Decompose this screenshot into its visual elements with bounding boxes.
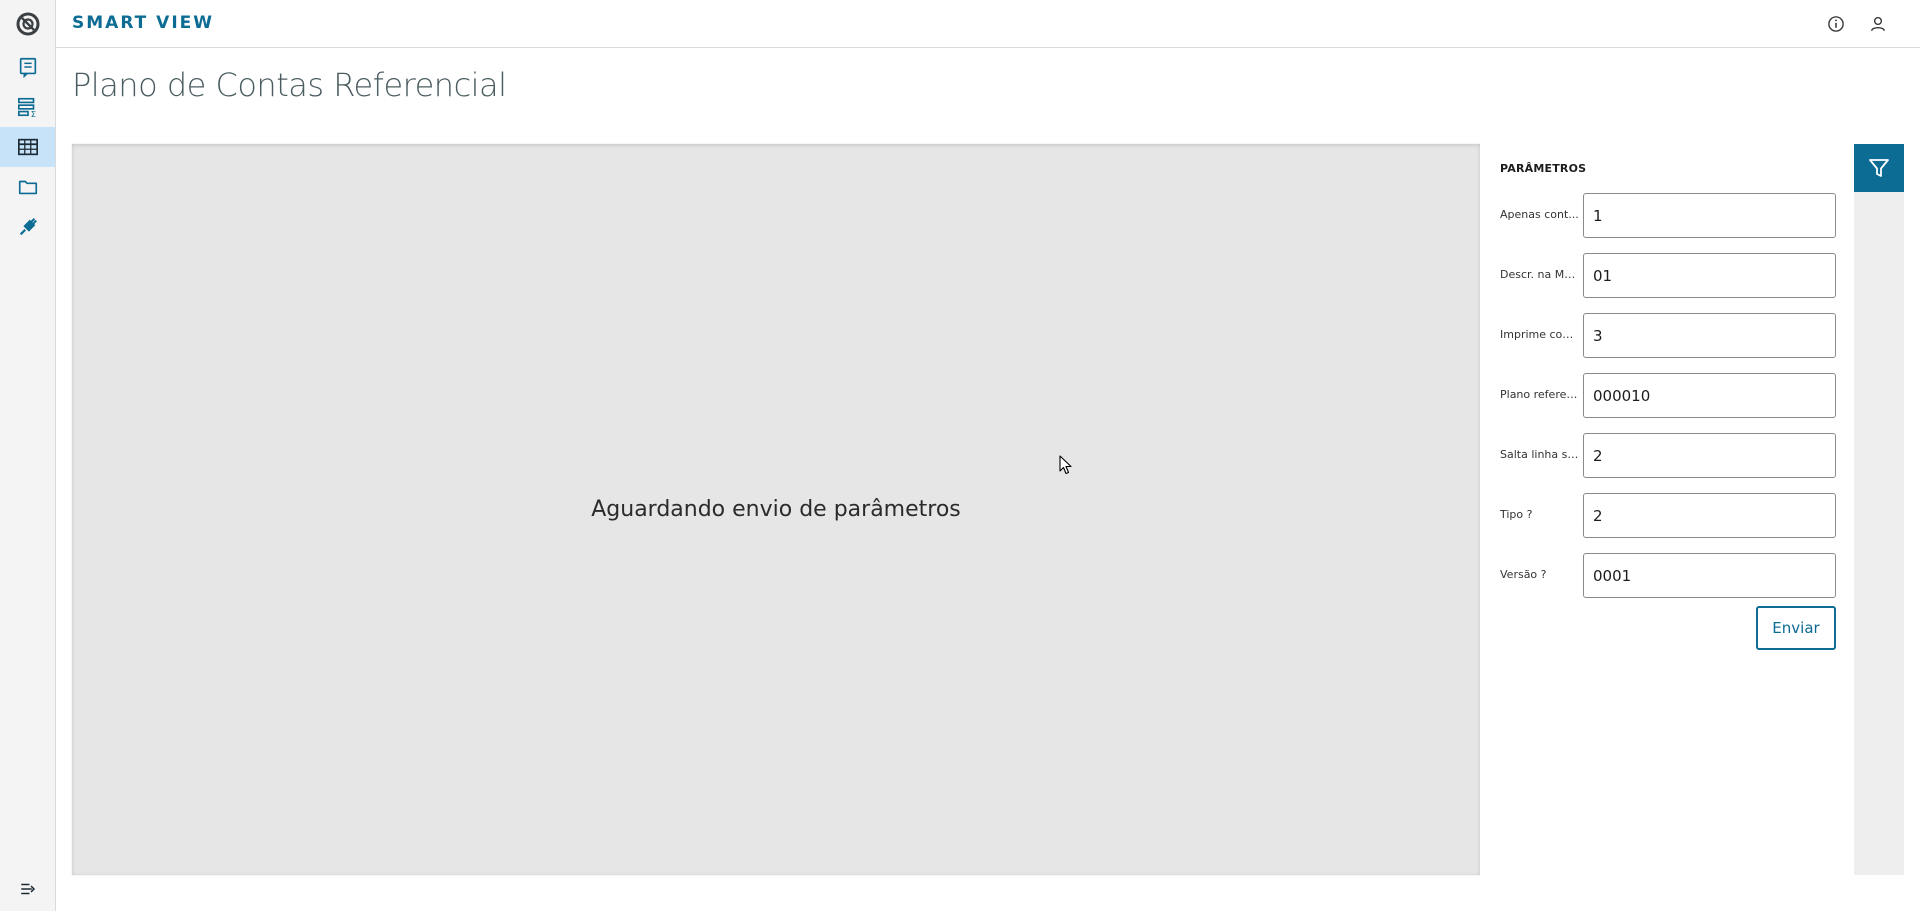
sidebar-collapse-button[interactable] [0, 869, 55, 909]
param-label: Salta linha si... [1500, 448, 1580, 461]
app-logo[interactable] [0, 0, 56, 48]
result-panel: Aguardando envio de parâmetros [72, 144, 1480, 875]
page-title: Plano de Contas Referencial [72, 66, 507, 104]
param-input-plano-referencial[interactable] [1583, 373, 1836, 418]
grid-table-icon [17, 138, 38, 156]
top-header: SMART VIEW [56, 0, 1920, 48]
filter-rail [1854, 144, 1904, 875]
menu-expand-icon [20, 883, 35, 895]
param-label: Apenas cont... [1500, 208, 1579, 221]
sidebar-item-files[interactable] [0, 167, 55, 207]
param-input-tipo[interactable] [1583, 493, 1836, 538]
sum-table-icon: Σ [17, 97, 35, 118]
param-label: Imprime cont... [1500, 328, 1580, 341]
report-icon [19, 57, 36, 78]
param-row: Apenas cont... [1480, 193, 1854, 239]
info-button[interactable] [1825, 13, 1847, 35]
filter-icon [1869, 159, 1889, 177]
app-title: SMART VIEW [72, 13, 215, 33]
send-button[interactable]: Enviar [1756, 606, 1836, 650]
param-input-imprime-contas[interactable] [1583, 313, 1836, 358]
sidebar-item-reports[interactable] [0, 47, 55, 87]
param-label: Tipo ? [1500, 508, 1533, 521]
logo-icon [16, 12, 40, 36]
param-input-salta-linha[interactable] [1583, 433, 1836, 478]
waiting-message: Aguardando envio de parâmetros [591, 497, 961, 522]
param-input-versao[interactable] [1583, 553, 1836, 598]
param-label: Versão ? [1500, 568, 1547, 581]
param-row: Imprime cont... [1480, 313, 1854, 359]
param-input-descr-moeda[interactable] [1583, 253, 1836, 298]
user-icon [1870, 16, 1886, 32]
param-row: Tipo ? [1480, 493, 1854, 539]
sidebar-item-analysis[interactable]: Σ [0, 87, 55, 127]
sidebar-item-grid[interactable] [0, 127, 55, 167]
info-icon [1828, 16, 1844, 32]
param-label: Descr. na Mo... [1500, 268, 1580, 281]
plug-icon [19, 218, 37, 236]
param-row: Salta linha si... [1480, 433, 1854, 479]
user-button[interactable] [1867, 13, 1889, 35]
folder-icon [18, 180, 37, 195]
svg-text:Σ: Σ [30, 109, 35, 118]
parameters-title: PARÂMETROS [1500, 162, 1587, 175]
mouse-pointer-icon [1059, 455, 1072, 475]
param-input-apenas-contas[interactable] [1583, 193, 1836, 238]
filter-button[interactable] [1854, 144, 1904, 192]
parameters-panel: PARÂMETROS Apenas cont... Descr. na Mo..… [1480, 144, 1854, 875]
sidebar: Σ [0, 0, 56, 911]
sidebar-item-plugins[interactable] [0, 207, 55, 247]
param-row: Versão ? [1480, 553, 1854, 599]
param-label: Plano referen... [1500, 388, 1580, 401]
param-row: Descr. na Mo... [1480, 253, 1854, 299]
param-row: Plano referen... [1480, 373, 1854, 419]
